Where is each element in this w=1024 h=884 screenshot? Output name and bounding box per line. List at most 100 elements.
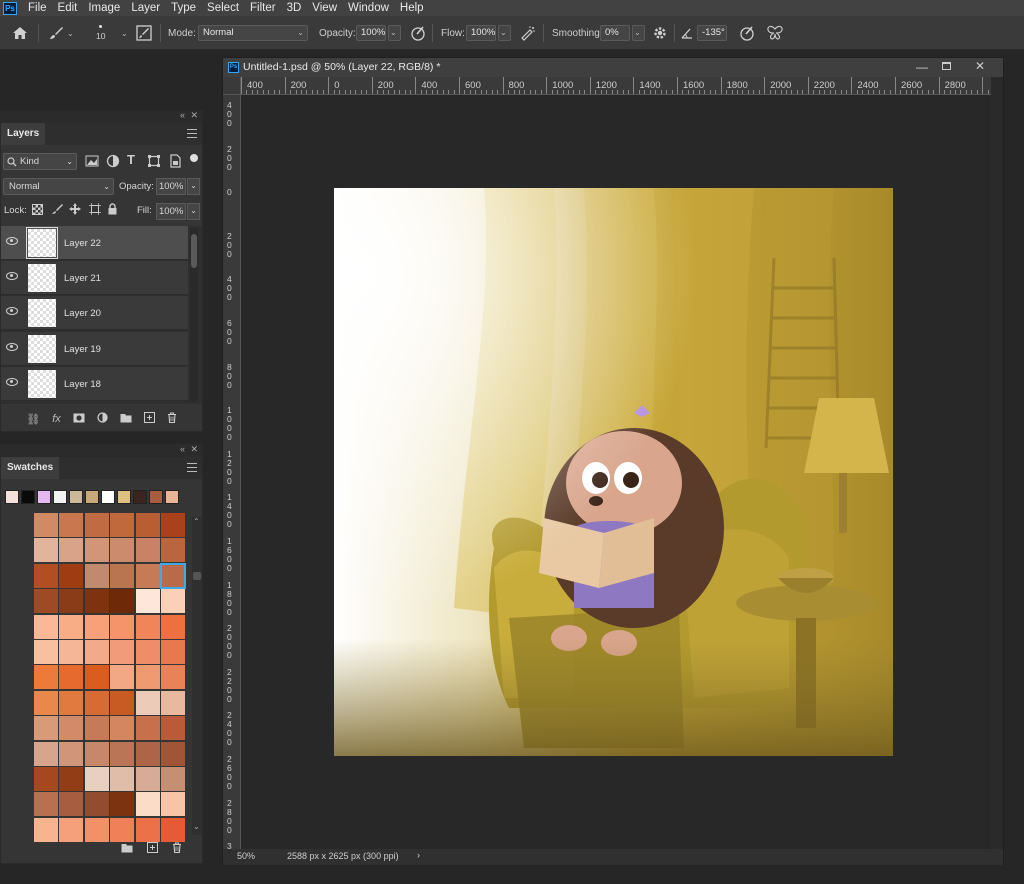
swatch[interactable] [110,741,135,766]
swatch[interactable] [110,614,135,639]
eye-icon[interactable] [6,343,18,351]
swatch[interactable] [84,639,109,664]
chevron-down-icon[interactable]: ⌄ [121,29,128,38]
zoom-level[interactable]: 50% [237,851,255,861]
swatch[interactable] [160,741,185,766]
layer-row[interactable]: Layer 19 [1,332,188,366]
swatch[interactable] [84,538,109,563]
swatch[interactable] [59,690,84,715]
status-menu-arrow[interactable]: › [417,850,420,860]
swatch[interactable] [84,589,109,614]
swatches-scrollbar[interactable]: ⌃ ⌄ [192,517,202,835]
eye-icon[interactable] [6,378,18,386]
menu-type[interactable]: Type [166,0,202,16]
swatch[interactable] [135,716,160,741]
swatch[interactable] [110,817,135,842]
swatch[interactable] [84,716,109,741]
menu-window[interactable]: Window [343,0,395,16]
recent-swatch[interactable] [53,490,67,504]
swatch[interactable] [160,589,185,614]
swatch[interactable] [160,639,185,664]
close-icon[interactable]: ✕ [190,110,198,121]
swatch[interactable] [110,563,135,588]
eye-icon[interactable] [6,272,18,280]
vertical-ruler[interactable]: 4002000200400600800100012001400160018002… [223,95,241,852]
eye-icon[interactable] [6,307,18,315]
swatch[interactable] [34,690,58,715]
swatch[interactable] [34,639,58,664]
swatch[interactable] [84,665,109,690]
layer-row[interactable]: Layer 18 [1,367,188,401]
smoothing-dropdown[interactable]: ⌄ [632,25,645,41]
new-group-icon[interactable] [121,843,133,856]
menu-select[interactable]: Select [202,0,245,16]
symmetry-button[interactable] [766,16,784,50]
swatch[interactable] [34,741,58,766]
link-layers-icon[interactable]: ⛓ [26,413,40,426]
filter-smart-object-icon[interactable] [168,154,182,168]
swatch[interactable] [160,665,185,690]
swatch[interactable] [84,766,109,791]
menu-edit[interactable]: Edit [53,0,84,16]
document-titlebar[interactable]: Ps Untitled-1.psd @ 50% (Layer 22, RGB/8… [223,58,1003,77]
delete-swatch-icon[interactable] [172,842,182,856]
swatch[interactable] [59,741,84,766]
new-group-icon[interactable] [120,413,132,426]
filter-adjustment-icon[interactable] [106,154,120,168]
swatch[interactable] [34,589,58,614]
smoothing-field[interactable]: 0% [600,25,630,41]
delete-layer-icon[interactable] [167,412,177,426]
swatch[interactable] [84,690,109,715]
doc-vertical-scrollbar[interactable] [991,77,1001,849]
eye-icon[interactable] [6,237,18,245]
swatch[interactable] [84,614,109,639]
swatch[interactable] [59,614,84,639]
close-icon[interactable]: ✕ [190,444,198,455]
swatch[interactable] [160,538,185,563]
swatch[interactable] [110,639,135,664]
menu-view[interactable]: View [307,0,343,16]
brush-tool-preset-picker[interactable]: ⌄ [48,16,74,50]
recent-swatch[interactable] [101,490,115,504]
opacity-field[interactable]: 100% [356,25,386,41]
document-info[interactable]: 2588 px x 2625 px (300 ppi) [287,851,399,861]
mode-dropdown[interactable]: Normal ⌄ [198,25,308,41]
swatch[interactable] [110,538,135,563]
recent-swatch[interactable] [69,490,83,504]
smoothing-options-button[interactable] [652,16,668,50]
recent-swatch[interactable] [165,490,179,504]
swatch[interactable] [135,513,160,537]
menu-help[interactable]: Help [395,0,430,16]
filter-type-icon[interactable]: T [127,152,135,167]
swatch[interactable] [135,639,160,664]
filter-kind-dropdown[interactable]: Kind ⌄ [3,153,77,170]
swatch[interactable] [34,513,58,537]
swatch[interactable] [59,513,84,537]
swatch[interactable] [34,792,58,817]
airbrush-button[interactable] [519,16,536,50]
swatch[interactable] [135,614,160,639]
swatch[interactable] [135,792,160,817]
minimize-icon[interactable]: — [916,60,928,74]
swatch[interactable] [84,563,109,588]
fx-icon[interactable]: fx [52,413,61,425]
swatch[interactable] [84,741,109,766]
swatch[interactable] [59,766,84,791]
swatch[interactable] [34,716,58,741]
opacity-dropdown[interactable]: ⌄ [388,25,401,41]
lock-all-icon[interactable] [107,203,118,218]
collapse-icon[interactable]: « [180,444,185,454]
swatch[interactable] [110,690,135,715]
angle-field[interactable]: -135° [697,25,727,41]
menu-3d[interactable]: 3D [282,0,308,16]
layer-opacity-dropdown[interactable]: ⌄ [187,178,200,195]
recent-swatch[interactable] [37,490,51,504]
swatch[interactable] [110,589,135,614]
pressure-opacity-button[interactable] [410,16,426,50]
swatch[interactable] [110,766,135,791]
lock-image-icon[interactable] [51,203,63,218]
layer-row[interactable]: Layer 22 [1,226,188,260]
recent-swatch[interactable] [133,490,147,504]
swatch[interactable] [160,690,185,715]
recent-swatch[interactable] [85,490,99,504]
